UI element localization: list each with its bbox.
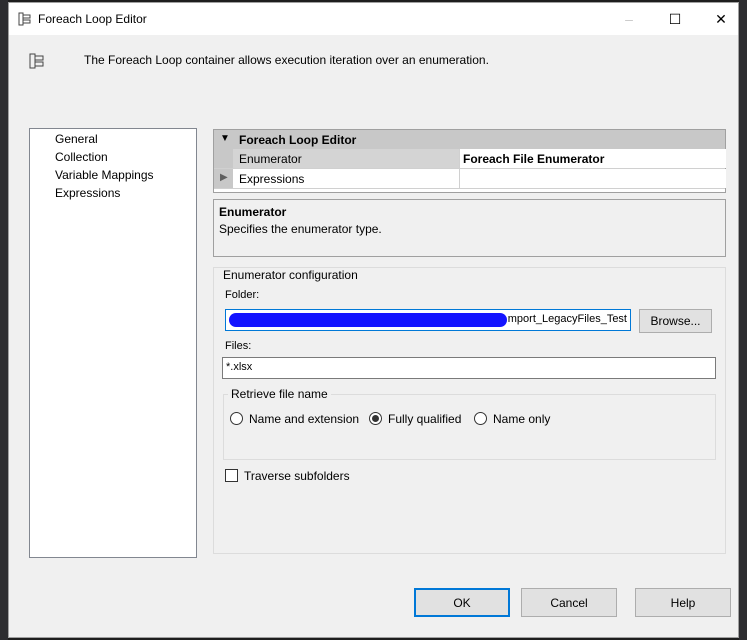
background-window-left: [0, 0, 8, 640]
maximize-icon: ☐: [668, 10, 682, 27]
help-button[interactable]: Help: [635, 588, 731, 617]
cancel-button[interactable]: Cancel: [521, 588, 617, 617]
nav-item-collection[interactable]: Collection: [55, 150, 108, 164]
minimize-button[interactable]: –: [606, 3, 652, 35]
property-name: Enumerator: [239, 152, 302, 166]
radio-label-fully-qualified[interactable]: Fully qualified: [388, 412, 461, 426]
foreach-container-icon: [29, 53, 44, 69]
page-navigation-list: General Collection Variable Mappings Exp…: [29, 128, 197, 558]
files-label: Files:: [225, 340, 252, 352]
nav-item-variable-mappings[interactable]: Variable Mappings: [55, 168, 154, 182]
browse-button[interactable]: Browse...: [639, 309, 712, 333]
property-name: Expressions: [239, 172, 305, 186]
radio-label-name-and-extension[interactable]: Name and extension: [249, 412, 359, 426]
folder-label: Folder:: [225, 289, 260, 301]
property-help-panel: Enumerator Specifies the enumerator type…: [213, 199, 726, 257]
traverse-subfolders-checkbox[interactable]: [225, 469, 238, 482]
maximize-button[interactable]: ☐: [652, 3, 698, 35]
property-grid: ▼ Foreach Loop Editor Enumerator Foreach…: [213, 129, 726, 193]
close-icon: ✕: [715, 10, 727, 27]
window-title: Foreach Loop Editor: [38, 12, 147, 26]
folder-value: mport_LegacyFiles_Test: [507, 313, 627, 325]
radio-name-only[interactable]: [474, 412, 487, 425]
minimize-icon: –: [625, 11, 633, 27]
nav-item-general[interactable]: General: [55, 132, 98, 146]
files-value: *.xlsx: [226, 361, 253, 373]
foreach-loop-editor-dialog: Foreach Loop Editor – ☐ ✕ The Foreach Lo…: [8, 2, 739, 638]
background-window-right: [739, 0, 747, 640]
dialog-description: The Foreach Loop container allows execut…: [84, 53, 489, 67]
enumerator-value-field[interactable]: Foreach File Enumerator: [459, 149, 726, 168]
nav-item-expressions[interactable]: Expressions: [55, 186, 120, 200]
redaction-mark: [229, 313, 507, 327]
files-input[interactable]: *.xlsx: [222, 357, 716, 379]
radio-label-name-only[interactable]: Name only: [493, 412, 550, 426]
help-description: Specifies the enumerator type.: [219, 222, 382, 236]
traverse-subfolders-label[interactable]: Traverse subfolders: [244, 469, 350, 483]
help-title: Enumerator: [219, 205, 287, 219]
close-button[interactable]: ✕: [698, 3, 744, 35]
property-category-label: Foreach Loop Editor: [239, 133, 357, 147]
enumerator-configuration-label: Enumerator configuration: [221, 268, 360, 282]
property-row-enumerator[interactable]: Enumerator Foreach File Enumerator: [214, 149, 726, 168]
collapse-chevron-icon[interactable]: ▼: [220, 133, 230, 144]
radio-selected-dot: [372, 415, 379, 422]
retrieve-file-name-label: Retrieve file name: [228, 387, 331, 401]
property-row-expressions[interactable]: ▶ Expressions: [214, 168, 726, 189]
expressions-value-field[interactable]: [459, 169, 726, 188]
foreach-container-icon: [18, 12, 31, 26]
ok-button[interactable]: OK: [414, 588, 510, 617]
retrieve-file-name-group: [223, 394, 716, 460]
title-bar[interactable]: Foreach Loop Editor – ☐ ✕: [9, 3, 738, 35]
row-gutter: [214, 149, 233, 168]
property-category-header[interactable]: ▼ Foreach Loop Editor: [214, 130, 725, 149]
property-value: Foreach File Enumerator: [463, 152, 605, 166]
radio-name-and-extension[interactable]: [230, 412, 243, 425]
expand-arrow-icon[interactable]: ▶: [220, 172, 228, 183]
radio-fully-qualified[interactable]: [369, 412, 382, 425]
